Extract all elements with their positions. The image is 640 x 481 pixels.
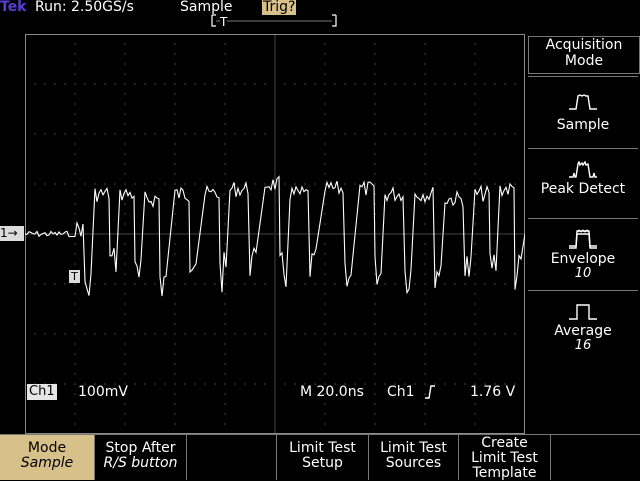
bottom-button-label: Limit Test Sources	[380, 440, 447, 471]
trigger-position-marker: T	[220, 14, 228, 30]
side-button-label: Average	[554, 323, 612, 339]
bottom-button-label: Stop After	[105, 440, 176, 456]
acquisition-mode-readout: Sample	[180, 0, 233, 15]
bottom-button-mode[interactable]: Mode Sample	[0, 434, 94, 480]
bottom-button-empty[interactable]	[186, 434, 276, 480]
brand-logo: Tek	[0, 0, 27, 15]
side-button-label: Peak Detect	[540, 181, 626, 197]
bottom-button-value: Sample	[20, 455, 74, 471]
timebase-readout: M 20.0ns	[300, 384, 364, 400]
side-button-average[interactable]: Average 16	[528, 290, 638, 363]
bottom-button-label: Limit Test Setup	[289, 440, 356, 471]
status-bar: Tek Run: 2.50GS/s Sample Trig? T	[0, 0, 640, 34]
channel-scale-readout: 100mV	[78, 384, 128, 400]
bottom-button-value: R/S button	[103, 455, 178, 471]
rising-edge-icon	[425, 385, 435, 399]
envelope-waveform-icon	[569, 229, 597, 249]
bottom-button-label: Mode	[27, 440, 67, 456]
graticule	[25, 34, 525, 434]
trigger-level-readout: 1.76 V	[470, 384, 516, 400]
channel-label: Ch1	[27, 384, 57, 400]
ch1-ground-marker[interactable]: 1→	[0, 226, 24, 241]
bottom-button-limit-test-setup[interactable]: Limit Test Setup	[276, 434, 368, 480]
sample-waveform-icon	[569, 94, 597, 110]
trigger-position-bar	[211, 14, 337, 27]
side-button-label: Sample	[556, 117, 610, 133]
waveform-display[interactable]	[25, 34, 525, 434]
peak-detect-waveform-icon	[569, 161, 597, 178]
side-button-label: Envelope	[550, 251, 616, 267]
bottom-menu: Mode Sample Stop After R/S button Limit …	[0, 434, 640, 481]
side-button-sample[interactable]: Sample	[528, 76, 638, 147]
bottom-button-spacer	[550, 434, 640, 480]
bottom-button-create-limit-test-template[interactable]: Create Limit Test Template	[458, 434, 550, 481]
side-menu-title: Acquisition Mode	[528, 36, 640, 74]
trigger-status-badge: Trig?	[262, 0, 297, 15]
side-menu: Acquisition Mode Sample Peak Detect Enve…	[526, 34, 640, 434]
run-state: Run: 2.50GS/s	[35, 0, 134, 15]
side-button-value: 10	[574, 266, 592, 281]
bottom-button-limit-test-sources[interactable]: Limit Test Sources	[368, 434, 458, 480]
trigger-source-readout: Ch1	[387, 384, 415, 400]
side-button-peak-detect[interactable]: Peak Detect	[528, 148, 638, 217]
side-button-value: 16	[574, 338, 592, 353]
bottom-button-stop-after[interactable]: Stop After R/S button	[94, 434, 186, 480]
side-button-envelope[interactable]: Envelope 10	[528, 218, 638, 289]
trigger-point-marker: T	[69, 270, 80, 283]
bottom-button-label: Create Limit Test Template	[471, 435, 538, 481]
average-waveform-icon	[569, 304, 597, 320]
